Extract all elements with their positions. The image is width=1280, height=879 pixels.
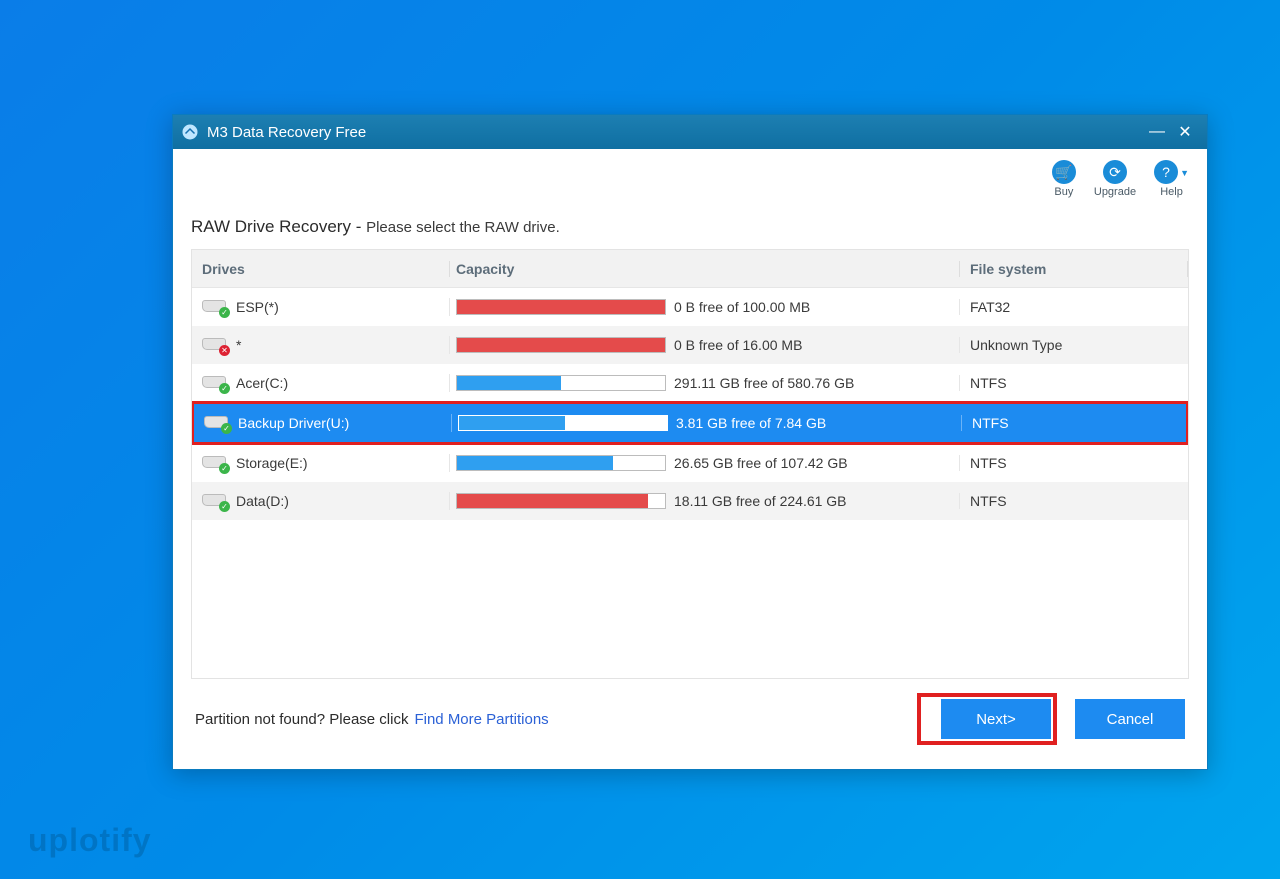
drive-row[interactable]: ✓ Acer(C:) 291.11 GB free of 580.76 GB NTFS: [192, 364, 1188, 402]
capacity-bar: [456, 375, 666, 391]
heading-main: RAW Drive Recovery: [191, 217, 351, 236]
cart-icon: 🛒: [1052, 160, 1076, 184]
toolbar: 🛒 Buy ⟳ Upgrade ? ▼ Help: [173, 149, 1207, 209]
watermark: uplotify: [28, 822, 152, 859]
partition-prompt: Partition not found? Please click: [195, 711, 408, 728]
capacity-text: 26.65 GB free of 107.42 GB: [674, 455, 848, 471]
close-button[interactable]: ✕: [1171, 122, 1199, 142]
buy-label: Buy: [1054, 186, 1073, 198]
capacity-bar: [458, 415, 668, 431]
col-drives[interactable]: Drives: [192, 261, 450, 277]
drive-row[interactable]: ✓ Backup Driver(U:) 3.81 GB free of 7.84 G…: [191, 401, 1189, 445]
col-capacity[interactable]: Capacity: [450, 261, 960, 277]
drive-row[interactable]: ✓ Storage(E:) 26.65 GB free of 107.42 GB NT…: [192, 444, 1188, 482]
capacity-text: 0 B free of 100.00 MB: [674, 299, 810, 315]
filesystem-text: NTFS: [960, 375, 1188, 391]
help-button[interactable]: ? ▼ Help: [1154, 160, 1189, 198]
upgrade-label: Upgrade: [1094, 186, 1136, 198]
drive-name: ESP(*): [236, 299, 279, 315]
help-label: Help: [1160, 186, 1183, 198]
titlebar[interactable]: M3 Data Recovery Free — ✕: [173, 115, 1207, 149]
heading-sub: Please select the RAW drive.: [366, 219, 560, 236]
drive-name: Backup Driver(U:): [238, 415, 349, 431]
drive-table: Drives Capacity File system ✓ ESP(*) 0 B f…: [191, 249, 1189, 679]
drive-row[interactable]: ✓ ESP(*) 0 B free of 100.00 MB FAT32: [192, 288, 1188, 326]
find-more-partitions-link[interactable]: Find More Partitions: [414, 711, 548, 728]
capacity-bar: [456, 493, 666, 509]
next-button-highlight: Next>: [917, 693, 1057, 745]
footer: Partition not found? Please click Find M…: [191, 679, 1189, 745]
table-header: Drives Capacity File system: [192, 250, 1188, 288]
chevron-down-icon: ▼: [1180, 168, 1189, 178]
help-icon: ?: [1154, 160, 1178, 184]
drive-row[interactable]: ✕ * 0 B free of 16.00 MB Unknown Type: [192, 326, 1188, 364]
page-heading: RAW Drive Recovery - Please select the R…: [191, 209, 1189, 249]
upgrade-icon: ⟳: [1103, 160, 1127, 184]
app-icon: [181, 123, 199, 141]
drive-row[interactable]: ✓ Data(D:) 18.11 GB free of 224.61 GB NTFS: [192, 482, 1188, 520]
drive-icon: ✓: [202, 374, 228, 392]
col-filesystem[interactable]: File system: [960, 261, 1188, 277]
capacity-text: 18.11 GB free of 224.61 GB: [674, 493, 847, 509]
drive-icon: ✓: [204, 414, 230, 432]
buy-button[interactable]: 🛒 Buy: [1052, 160, 1076, 198]
cancel-button[interactable]: Cancel: [1075, 699, 1185, 739]
capacity-text: 3.81 GB free of 7.84 GB: [676, 415, 826, 431]
drive-icon: ✕: [202, 336, 228, 354]
drive-icon: ✓: [202, 298, 228, 316]
capacity-bar: [456, 455, 666, 471]
drive-name: Storage(E:): [236, 455, 308, 471]
capacity-text: 291.11 GB free of 580.76 GB: [674, 375, 854, 391]
drive-name: *: [236, 337, 241, 353]
filesystem-text: Unknown Type: [960, 337, 1188, 353]
filesystem-text: NTFS: [960, 455, 1188, 471]
upgrade-button[interactable]: ⟳ Upgrade: [1094, 160, 1136, 198]
content-area: RAW Drive Recovery - Please select the R…: [173, 209, 1207, 755]
drive-icon: ✓: [202, 454, 228, 472]
filesystem-text: NTFS: [960, 493, 1188, 509]
minimize-button[interactable]: —: [1143, 123, 1171, 141]
drive-name: Acer(C:): [236, 375, 288, 391]
capacity-bar: [456, 337, 666, 353]
next-button[interactable]: Next>: [941, 699, 1051, 739]
window-title: M3 Data Recovery Free: [207, 124, 366, 141]
filesystem-text: FAT32: [960, 299, 1188, 315]
filesystem-text: NTFS: [962, 415, 1186, 431]
app-window: M3 Data Recovery Free — ✕ 🛒 Buy ⟳ Upgrad…: [172, 114, 1208, 770]
drive-icon: ✓: [202, 492, 228, 510]
drive-name: Data(D:): [236, 493, 289, 509]
capacity-text: 0 B free of 16.00 MB: [674, 337, 802, 353]
capacity-bar: [456, 299, 666, 315]
